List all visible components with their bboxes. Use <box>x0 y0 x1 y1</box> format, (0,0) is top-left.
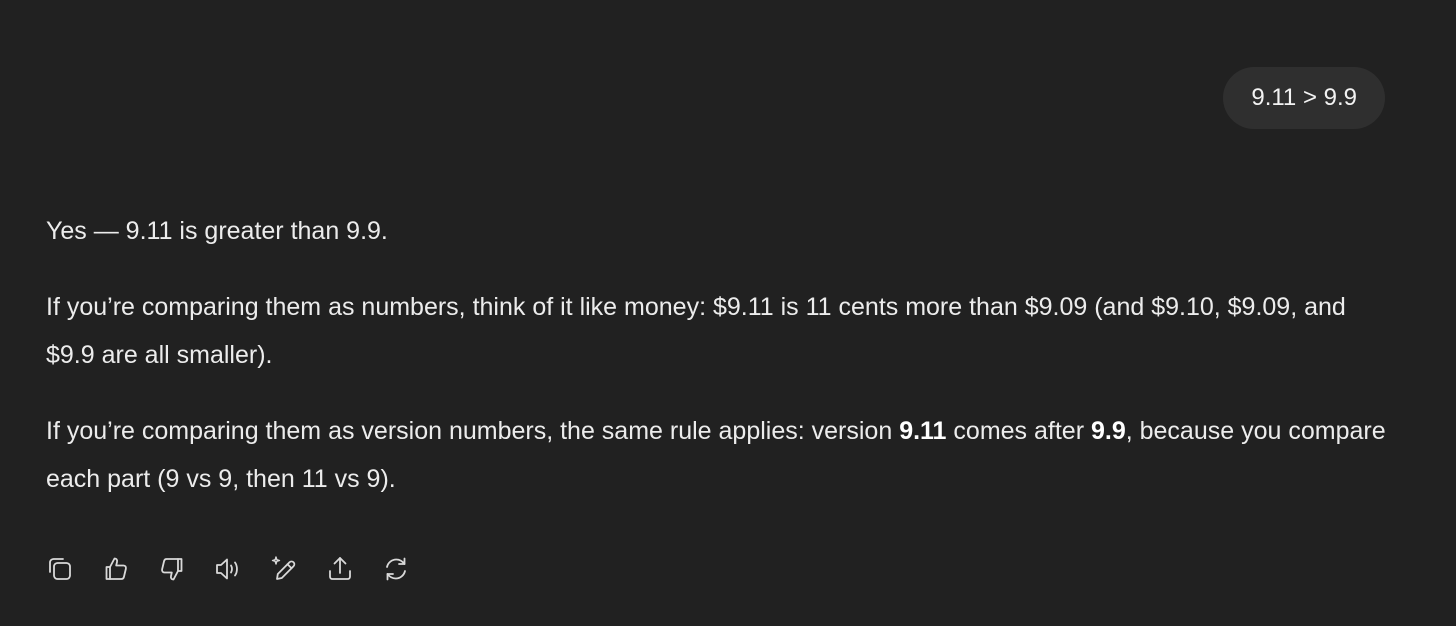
assistant-message: Yes — 9.11 is greater than 9.9. If you’r… <box>46 207 1386 531</box>
share-icon <box>329 557 351 580</box>
thumbs-up-button[interactable] <box>100 549 132 589</box>
copy-button[interactable] <box>44 549 76 589</box>
bold-version-911: 9.11 <box>899 417 947 445</box>
regenerate-button[interactable] <box>380 549 412 589</box>
edit-sparkle-icon <box>271 556 296 580</box>
thumbs-down-button[interactable] <box>156 549 188 589</box>
copy-icon <box>49 558 71 580</box>
user-message-bubble: 9.11 > 9.9 <box>1223 67 1385 129</box>
bold-version-99: 9.9 <box>1090 417 1126 445</box>
read-aloud-button[interactable] <box>212 549 244 589</box>
thumbs-down-icon <box>161 558 183 581</box>
assistant-paragraph-1: Yes — 9.11 is greater than 9.9. <box>46 217 388 245</box>
read-aloud-icon <box>216 558 238 580</box>
assistant-paragraph-3-text: comes after <box>946 417 1091 445</box>
thumbs-up-icon <box>105 557 127 580</box>
assistant-paragraph-3: If you’re comparing them as version numb… <box>46 407 1386 503</box>
user-message-text: 9.11 > 9.9 <box>1251 84 1357 111</box>
share-button[interactable] <box>324 549 356 589</box>
edit-canvas-button[interactable] <box>268 549 300 589</box>
message-actions-bar <box>44 549 412 589</box>
assistant-paragraph-3-text: If you’re comparing them as version numb… <box>46 417 900 445</box>
regenerate-icon <box>386 557 406 581</box>
assistant-paragraph-2: If you’re comparing them as numbers, thi… <box>46 293 1346 369</box>
